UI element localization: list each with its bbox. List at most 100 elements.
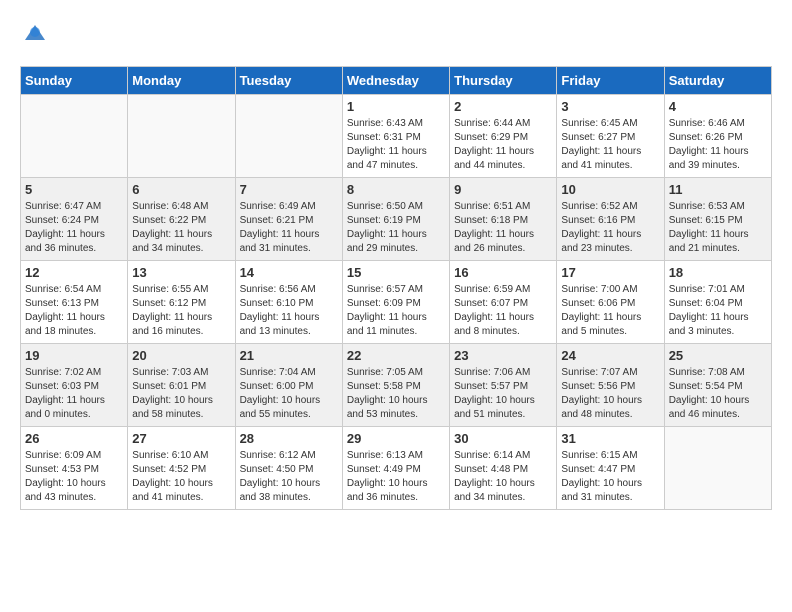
calendar-cell: 31 Sunrise: 6:15 AM Sunset: 4:47 PM Dayli… (557, 427, 664, 510)
page-header (20, 20, 772, 50)
day-number: 26 (25, 431, 123, 446)
calendar-week-row: 12 Sunrise: 6:54 AM Sunset: 6:13 PM Dayli… (21, 261, 772, 344)
day-info: Sunrise: 7:05 AM Sunset: 5:58 PM Dayligh… (347, 366, 445, 422)
day-info: Sunrise: 6:50 AM Sunset: 6:19 PM Dayligh… (347, 200, 445, 256)
calendar-cell (664, 427, 771, 510)
calendar-cell: 1 Sunrise: 6:43 AM Sunset: 6:31 PM Daylig… (342, 95, 449, 178)
day-number: 24 (561, 348, 659, 363)
day-number: 14 (240, 265, 338, 280)
calendar-week-row: 19 Sunrise: 7:02 AM Sunset: 6:03 PM Dayli… (21, 344, 772, 427)
day-number: 5 (25, 182, 123, 197)
calendar-cell: 14Sunrise: 6:56 AM Sunset: 6:10 PM Dayli… (235, 261, 342, 344)
day-number: 15 (347, 265, 445, 280)
calendar-cell: 26 Sunrise: 6:09 AM Sunset: 4:53 PM Dayli… (21, 427, 128, 510)
calendar-cell: 11Sunrise: 6:53 AM Sunset: 6:15 PM Dayli… (664, 178, 771, 261)
calendar-cell (21, 95, 128, 178)
day-info: Sunrise: 6:47 AM Sunset: 6:24 PM Dayligh… (25, 200, 123, 256)
day-info: Sunrise: 6:12 AM Sunset: 4:50 PM Dayligh… (240, 449, 338, 505)
calendar-cell: 30 Sunrise: 6:14 AM Sunset: 4:48 PM Dayli… (450, 427, 557, 510)
day-number: 27 (132, 431, 230, 446)
day-number: 28 (240, 431, 338, 446)
day-info: Sunrise: 7:00 AM Sunset: 6:06 PM Dayligh… (561, 283, 659, 339)
day-info: Sunrise: 7:01 AM Sunset: 6:04 PM Dayligh… (669, 283, 767, 339)
calendar-cell: 25 Sunrise: 7:08 AM Sunset: 5:54 PM Dayli… (664, 344, 771, 427)
day-number: 30 (454, 431, 552, 446)
day-number: 4 (669, 99, 767, 114)
day-info: Sunrise: 7:03 AM Sunset: 6:01 PM Dayligh… (132, 366, 230, 422)
day-number: 20 (132, 348, 230, 363)
day-info: Sunrise: 6:54 AM Sunset: 6:13 PM Dayligh… (25, 283, 123, 339)
day-info: Sunrise: 6:09 AM Sunset: 4:53 PM Dayligh… (25, 449, 123, 505)
calendar-cell: 19 Sunrise: 7:02 AM Sunset: 6:03 PM Dayli… (21, 344, 128, 427)
weekday-header-monday: Monday (128, 67, 235, 95)
calendar-cell: 8 Sunrise: 6:50 AM Sunset: 6:19 PM Daylig… (342, 178, 449, 261)
logo (20, 20, 52, 50)
day-number: 16 (454, 265, 552, 280)
day-info: Sunrise: 6:10 AM Sunset: 4:52 PM Dayligh… (132, 449, 230, 505)
calendar-table: SundayMondayTuesdayWednesdayThursdayFrid… (20, 66, 772, 510)
day-info: Sunrise: 6:51 AM Sunset: 6:18 PM Dayligh… (454, 200, 552, 256)
logo-icon (20, 20, 50, 50)
calendar-week-row: 1 Sunrise: 6:43 AM Sunset: 6:31 PM Daylig… (21, 95, 772, 178)
calendar-cell: 22 Sunrise: 7:05 AM Sunset: 5:58 PM Dayli… (342, 344, 449, 427)
calendar-cell: 15Sunrise: 6:57 AM Sunset: 6:09 PM Dayli… (342, 261, 449, 344)
day-number: 9 (454, 182, 552, 197)
day-info: Sunrise: 7:07 AM Sunset: 5:56 PM Dayligh… (561, 366, 659, 422)
weekday-header-row: SundayMondayTuesdayWednesdayThursdayFrid… (21, 67, 772, 95)
day-info: Sunrise: 6:46 AM Sunset: 6:26 PM Dayligh… (669, 117, 767, 173)
day-number: 7 (240, 182, 338, 197)
day-info: Sunrise: 7:02 AM Sunset: 6:03 PM Dayligh… (25, 366, 123, 422)
day-number: 10 (561, 182, 659, 197)
day-number: 17 (561, 265, 659, 280)
weekday-header-sunday: Sunday (21, 67, 128, 95)
day-info: Sunrise: 7:08 AM Sunset: 5:54 PM Dayligh… (669, 366, 767, 422)
day-number: 1 (347, 99, 445, 114)
day-number: 22 (347, 348, 445, 363)
day-info: Sunrise: 6:55 AM Sunset: 6:12 PM Dayligh… (132, 283, 230, 339)
calendar-cell: 6 Sunrise: 6:48 AM Sunset: 6:22 PM Daylig… (128, 178, 235, 261)
day-info: Sunrise: 7:04 AM Sunset: 6:00 PM Dayligh… (240, 366, 338, 422)
day-info: Sunrise: 6:53 AM Sunset: 6:15 PM Dayligh… (669, 200, 767, 256)
calendar-cell: 5 Sunrise: 6:47 AM Sunset: 6:24 PM Daylig… (21, 178, 128, 261)
calendar-cell: 12 Sunrise: 6:54 AM Sunset: 6:13 PM Dayli… (21, 261, 128, 344)
calendar-cell (235, 95, 342, 178)
day-number: 25 (669, 348, 767, 363)
day-info: Sunrise: 6:49 AM Sunset: 6:21 PM Dayligh… (240, 200, 338, 256)
weekday-header-tuesday: Tuesday (235, 67, 342, 95)
day-info: Sunrise: 6:44 AM Sunset: 6:29 PM Dayligh… (454, 117, 552, 173)
calendar-cell: 10 Sunrise: 6:52 AM Sunset: 6:16 PM Dayli… (557, 178, 664, 261)
calendar-cell: 18 Sunrise: 7:01 AM Sunset: 6:04 PM Dayli… (664, 261, 771, 344)
day-number: 12 (25, 265, 123, 280)
day-number: 29 (347, 431, 445, 446)
day-info: Sunrise: 6:52 AM Sunset: 6:16 PM Dayligh… (561, 200, 659, 256)
calendar-cell: 17 Sunrise: 7:00 AM Sunset: 6:06 PM Dayli… (557, 261, 664, 344)
day-number: 21 (240, 348, 338, 363)
weekday-header-thursday: Thursday (450, 67, 557, 95)
day-info: Sunrise: 6:48 AM Sunset: 6:22 PM Dayligh… (132, 200, 230, 256)
day-info: Sunrise: 6:14 AM Sunset: 4:48 PM Dayligh… (454, 449, 552, 505)
day-number: 19 (25, 348, 123, 363)
calendar-cell: 20 Sunrise: 7:03 AM Sunset: 6:01 PM Dayli… (128, 344, 235, 427)
calendar-cell: 28 Sunrise: 6:12 AM Sunset: 4:50 PM Dayli… (235, 427, 342, 510)
day-number: 8 (347, 182, 445, 197)
day-number: 31 (561, 431, 659, 446)
calendar-cell: 13 Sunrise: 6:55 AM Sunset: 6:12 PM Dayli… (128, 261, 235, 344)
calendar-cell (128, 95, 235, 178)
day-number: 23 (454, 348, 552, 363)
day-number: 13 (132, 265, 230, 280)
calendar-cell: 23Sunrise: 7:06 AM Sunset: 5:57 PM Dayli… (450, 344, 557, 427)
day-number: 18 (669, 265, 767, 280)
calendar-cell: 4 Sunrise: 6:46 AM Sunset: 6:26 PM Daylig… (664, 95, 771, 178)
day-info: Sunrise: 6:45 AM Sunset: 6:27 PM Dayligh… (561, 117, 659, 173)
day-number: 2 (454, 99, 552, 114)
calendar-week-row: 26 Sunrise: 6:09 AM Sunset: 4:53 PM Dayli… (21, 427, 772, 510)
calendar-cell: 16Sunrise: 6:59 AM Sunset: 6:07 PM Dayli… (450, 261, 557, 344)
weekday-header-saturday: Saturday (664, 67, 771, 95)
weekday-header-friday: Friday (557, 67, 664, 95)
calendar-cell: 7 Sunrise: 6:49 AM Sunset: 6:21 PM Daylig… (235, 178, 342, 261)
calendar-cell: 29Sunrise: 6:13 AM Sunset: 4:49 PM Dayli… (342, 427, 449, 510)
day-info: Sunrise: 6:15 AM Sunset: 4:47 PM Dayligh… (561, 449, 659, 505)
day-number: 6 (132, 182, 230, 197)
calendar-cell: 2 Sunrise: 6:44 AM Sunset: 6:29 PM Daylig… (450, 95, 557, 178)
day-info: Sunrise: 6:43 AM Sunset: 6:31 PM Dayligh… (347, 117, 445, 173)
